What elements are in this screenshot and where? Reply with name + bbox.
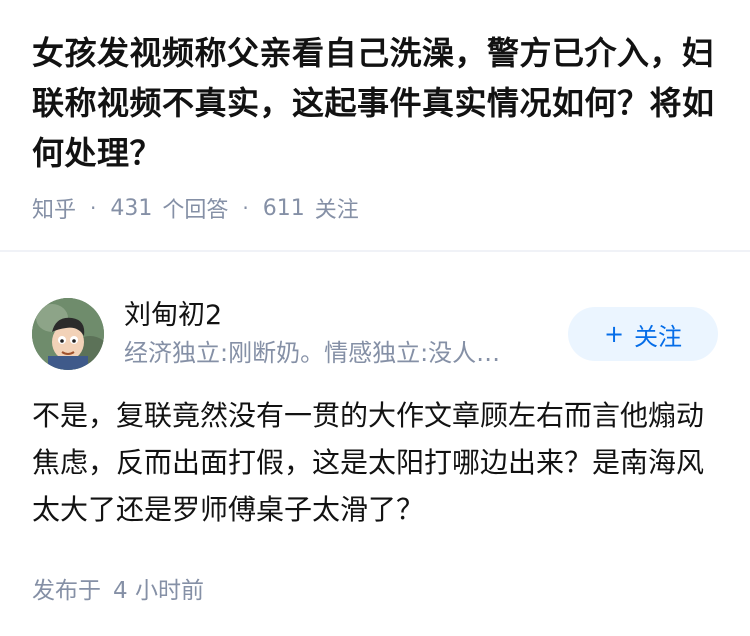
followers-count: 611 (262, 195, 305, 221)
answers-count: 431 (110, 195, 153, 221)
answers-label[interactable]: 个回答 (162, 192, 228, 224)
author-name[interactable]: 刘甸初2 (124, 297, 554, 335)
answer-time: 发布于 4 小时前 (32, 571, 718, 605)
question-header: 女孩发视频称父亲看自己洗澡，警方已介入，妇联称视频不真实，这起事件真实情况如何？… (0, 0, 750, 224)
avatar[interactable] (32, 298, 104, 370)
time-value: 4 小时前 (113, 578, 204, 604)
meta-separator: · (242, 196, 249, 220)
author-info: 刘甸初2 经济独立:刚断奶。情感独立:没人… (124, 297, 554, 371)
source-label[interactable]: 知乎 (32, 192, 76, 224)
meta-separator: · (90, 196, 97, 220)
follow-label: 关注 (634, 322, 683, 351)
followers-label[interactable]: 关注 (315, 192, 359, 224)
follow-button[interactable]: + 关注 (568, 307, 718, 361)
plus-icon: + (603, 320, 625, 348)
question-meta: 知乎 · 431 个回答 · 611 关注 (32, 188, 718, 228)
answer-card: 刘甸初2 经济独立:刚断奶。情感独立:没人… + 关注 不是，复联竟然没有一贯的… (0, 284, 750, 605)
answer-content[interactable]: 不是，复联竟然没有一贯的大作文章顾左右而言他煽动焦虑，反而出面打假，这是太阳打哪… (32, 392, 718, 533)
author-row: 刘甸初2 经济独立:刚断奶。情感独立:没人… + 关注 (32, 284, 718, 384)
author-bio: 经济独立:刚断奶。情感独立:没人… (124, 339, 501, 367)
section-divider (0, 250, 750, 252)
time-prefix: 发布于 (32, 578, 101, 604)
question-title[interactable]: 女孩发视频称父亲看自己洗澡，警方已介入，妇联称视频不真实，这起事件真实情况如何？… (32, 28, 718, 178)
cartoon-avatar-icon (32, 298, 104, 370)
